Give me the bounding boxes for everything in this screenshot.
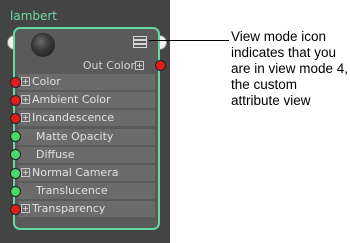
node-title: lambert: [10, 9, 58, 23]
attribute-label: Matte Opacity: [36, 130, 113, 143]
attribute-row[interactable]: Matte Opacity: [18, 128, 155, 146]
attribute-label-text: Transparency: [32, 202, 106, 216]
attribute-label: Incandescence: [21, 111, 114, 124]
attribute-row[interactable]: Ambient Color: [18, 92, 155, 110]
attribute-input-port[interactable]: [10, 94, 21, 106]
attribute-label: Color: [21, 75, 61, 88]
attribute-label: Diffuse: [36, 148, 75, 161]
attribute-row[interactable]: Normal Camera: [18, 165, 155, 182]
callout-text: View mode icon indicates that you are in…: [231, 29, 349, 108]
attribute-label: Ambient Color: [21, 93, 111, 106]
attribute-input-port[interactable]: [10, 167, 21, 179]
out-color-row[interactable]: Out Color: [15, 58, 158, 74]
attribute-row[interactable]: Translucence: [18, 183, 155, 201]
attribute-label-text: Ambient Color: [32, 93, 111, 107]
attribute-label-text: Diffuse: [36, 147, 75, 161]
expand-icon[interactable]: [21, 95, 30, 105]
attribute-row[interactable]: Color: [18, 74, 155, 91]
attribute-row[interactable]: Transparency: [18, 201, 155, 219]
expand-icon[interactable]: [21, 113, 30, 123]
attribute-label: Translucence: [36, 184, 108, 197]
view-mode-icon[interactable]: [133, 36, 147, 48]
attribute-input-port[interactable]: [10, 76, 21, 88]
attribute-label: Transparency: [21, 202, 105, 215]
attribute-input-port[interactable]: [10, 185, 21, 197]
attribute-input-port[interactable]: [10, 112, 21, 124]
attribute-label-text: Normal Camera: [32, 166, 119, 179]
material-swatch: [31, 33, 55, 57]
attribute-input-port[interactable]: [10, 203, 21, 215]
out-color-port[interactable]: [155, 60, 166, 71]
attribute-row[interactable]: Incandescence: [18, 110, 155, 128]
expand-icon[interactable]: [21, 77, 30, 86]
node-header: [15, 29, 158, 57]
expand-icon[interactable]: [21, 168, 30, 177]
attribute-label-text: Incandescence: [32, 111, 115, 125]
attribute-label-text: Matte Opacity: [36, 129, 114, 143]
expand-icon[interactable]: [135, 61, 144, 70]
out-color-text: Out Color: [82, 59, 135, 72]
expand-icon[interactable]: [21, 204, 30, 214]
out-color-label: Out Color: [83, 59, 144, 72]
attribute-label-text: Translucence: [36, 184, 108, 198]
attribute-row[interactable]: Diffuse: [18, 146, 155, 164]
attribute-label-text: Color: [32, 75, 61, 88]
attribute-label: Normal Camera: [21, 166, 118, 179]
node-editor-panel: lambert Out Color Color Ambient Color Inca…: [0, 0, 170, 243]
lambert-node[interactable]: Out Color Color Ambient Color Incandescenc…: [13, 27, 160, 230]
callout-line: [149, 40, 229, 41]
